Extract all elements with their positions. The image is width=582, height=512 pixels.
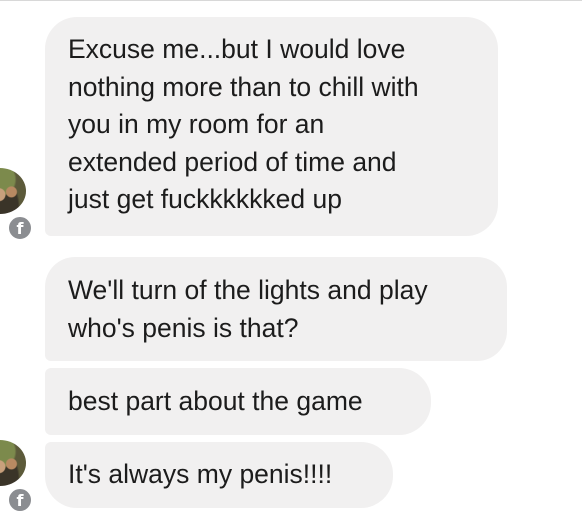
message-bubble-2[interactable]: We'll turn of the lights and play who's …	[45, 257, 507, 361]
facebook-badge-icon: f	[7, 215, 33, 241]
top-divider	[0, 0, 582, 1]
message-2-line-1: We'll turn of the lights and play	[68, 275, 428, 305]
message-bubble-1[interactable]: Excuse me...but I would love nothing mor…	[45, 17, 498, 236]
message-1-line-3: you in my room for an	[68, 109, 325, 139]
message-bubble-4[interactable]: It's always my penis!!!!	[45, 442, 393, 508]
avatar-photo	[0, 168, 26, 214]
message-4-line-1: It's always my penis!!!!	[68, 459, 333, 489]
message-2-line-2: who's penis is that?	[68, 312, 299, 343]
message-1-line-4: extended period of time and	[68, 146, 397, 177]
sender-avatar-icon[interactable]	[0, 440, 30, 486]
message-bubble-3[interactable]: best part about the game	[45, 368, 431, 435]
message-1-line-1: Excuse me...but I would love	[68, 34, 406, 64]
facebook-badge-icon: f	[7, 487, 33, 512]
message-3-line-1: best part about the game	[68, 386, 363, 416]
avatar-photo	[0, 440, 26, 486]
message-1-line-2: nothing more than to chill with	[68, 71, 419, 102]
sender-avatar-icon[interactable]	[0, 168, 30, 214]
message-1-line-5: just get fuckkkkkked up	[68, 184, 342, 214]
